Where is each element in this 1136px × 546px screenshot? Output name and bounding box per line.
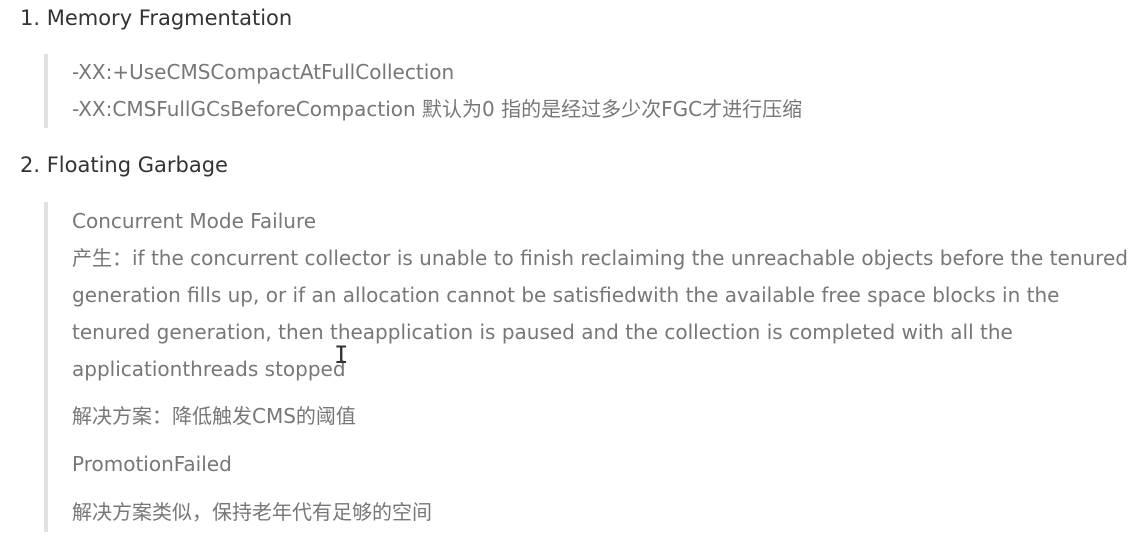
section-heading-memory-fragmentation: 1. Memory Fragmentation (20, 6, 293, 30)
concurrent-mode-failure-title: Concurrent Mode Failure (72, 209, 317, 233)
cause-paragraph: 产生：if the concurrent collector is unable… (72, 246, 1128, 381)
jvm-flag-full-gcs-before-compaction: -XX:CMSFullGCsBeforeCompaction 默认为0 指的是经… (72, 97, 803, 121)
promotion-failed-title: PromotionFailed (72, 452, 232, 476)
jvm-flag-compact-at-full-collection: -XX:+UseCMSCompactAtFullCollection (72, 60, 455, 84)
section-heading-floating-garbage: 2. Floating Garbage (20, 153, 228, 177)
blockquote-floating-garbage: Concurrent Mode Failure 产生：if the concur… (44, 202, 1134, 532)
blockquote-memory-fragmentation: -XX:+UseCMSCompactAtFullCollection -XX:C… (44, 54, 1094, 128)
solution-lower-threshold: 解决方案：降低触发CMS的阈值 (72, 404, 356, 428)
text-cursor-icon: I (334, 341, 349, 369)
solution-keep-old-gen-space: 解决方案类似，保持老年代有足够的空间 (72, 500, 432, 524)
